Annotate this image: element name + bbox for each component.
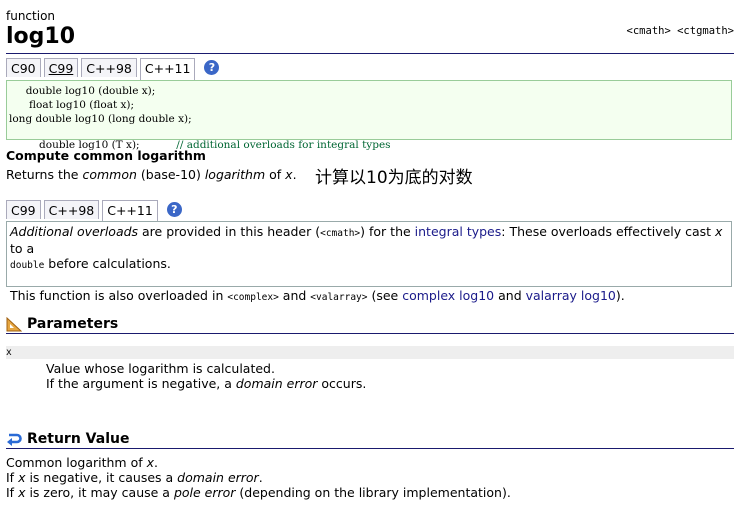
prototype-line: float log10 (float x); [9,99,135,111]
tab-c90[interactable]: C90 [6,58,41,77]
return-heading: Return Value [27,431,130,447]
tab-c99[interactable]: C99 [43,58,79,77]
return-line-3: If x is zero, it may cause a pole error … [6,485,511,500]
parameters-heading: Parameters [27,316,119,332]
return-section-header: Return Value [6,431,129,447]
return-line-1: Common logarithm of x. [6,455,158,470]
tab-cpp11[interactable]: C++11 [139,58,196,80]
prototype-line: long double log10 (long double x); [9,113,192,125]
note-paragraph-2: This function is also overloaded in <com… [10,288,625,303]
return-line-2: If x is negative, it causes a domain err… [6,470,263,485]
page-kind: function [6,9,56,23]
help-icon[interactable]: ? [166,202,182,217]
ruler-icon [6,316,22,331]
tab-cpp98[interactable]: C++98 [43,200,100,219]
summary-heading: Compute common logarithm [6,148,206,163]
parameters-section-header: Parameters [6,316,118,332]
note-paragraph-1: Additional overloads are provided in thi… [10,224,723,271]
prototype-comment: // additional overloads for integral typ… [176,139,391,151]
summary-description: Returns the common (base-10) logarithm o… [6,167,297,182]
page-title: log10 [6,24,76,49]
overload-note: Additional overloads are provided in thi… [6,221,732,303]
param-name: x [6,347,12,358]
return-rule [6,448,734,449]
integral-types-link[interactable]: integral types [415,224,502,239]
parameters-rule [6,333,734,334]
complex-log10-link[interactable]: complex log10 [402,288,494,303]
tab-cpp11[interactable]: C++11 [102,200,158,222]
title-rule [6,53,734,54]
param-desc-2: If the argument is negative, a domain er… [46,376,367,391]
valarray-log10-link[interactable]: valarray log10 [526,288,616,303]
version-tabs-2: C99 C++98 C++11 ? [6,200,182,222]
chinese-annotation: 计算以10为底的对数 [315,168,473,188]
prototype-line: double log10 (double x); [9,85,156,97]
help-icon[interactable]: ? [204,60,220,75]
prototype-box: double log10 (double x); float log10 (fl… [6,80,732,151]
version-tabs: C90 C99 C++98 C++11 ? [6,58,220,80]
header-files[interactable]: <cmath> <ctgmath> [627,25,734,37]
param-desc-1: Value whose logarithm is calculated. [46,361,275,376]
tab-cpp98[interactable]: C++98 [81,58,137,77]
tab-c99[interactable]: C99 [6,200,41,219]
param-name-bar: x [6,346,734,359]
return-arrow-icon [7,433,22,446]
